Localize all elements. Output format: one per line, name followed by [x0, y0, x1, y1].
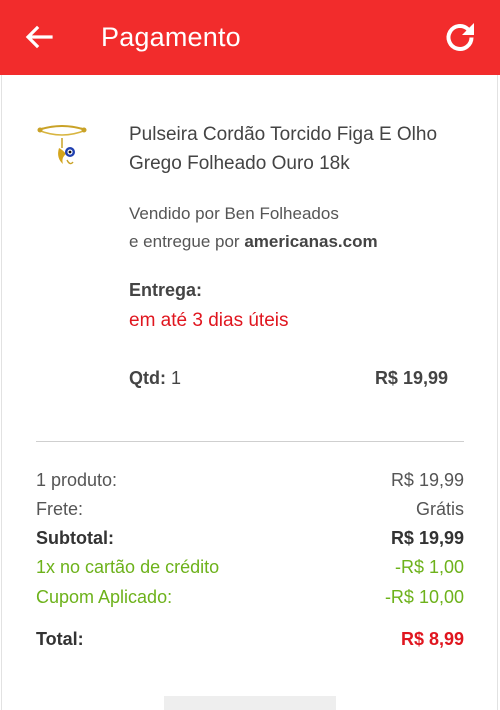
summary-value: R$ 19,99 — [390, 470, 464, 490]
quantity-value: 1 — [171, 368, 182, 388]
summary-label: 1x no cartão de crédito — [36, 557, 220, 577]
summary-label: Frete: — [36, 499, 84, 519]
total-label: Total: — [36, 629, 84, 649]
summary-row-products: 1 produto: R$ 19,99 — [36, 466, 464, 494]
summary-value: R$ 19,99 — [390, 528, 464, 548]
total-value: R$ 8,99 — [400, 629, 464, 649]
page-title: Pagamento — [101, 22, 241, 52]
delivery-estimate: em até 3 dias úteis — [129, 310, 289, 331]
delivered-by-store: americanas.com — [244, 232, 378, 251]
divider — [36, 441, 464, 442]
summary-label: 1 produto: — [36, 470, 118, 490]
quantity-label: Qtd: — [129, 368, 166, 388]
summary-label: Subtotal: — [36, 528, 114, 548]
summary-row-total: Total: R$ 8,99 — [36, 625, 464, 653]
quantity: Qtd: 1 — [129, 368, 181, 389]
summary-value: -R$ 10,00 — [384, 587, 464, 607]
sold-by: Vendido por Ben Folheados — [129, 204, 339, 223]
delivered-prefix: e entregue por — [129, 232, 240, 251]
item-price: R$ 19,99 — [374, 368, 448, 388]
delivered-by-line: e entregue por americanas.com — [129, 228, 469, 256]
summary-row-card-discount: 1x no cartão de crédito -R$ 1,00 — [36, 553, 464, 581]
app-bar: Pagamento — [0, 0, 500, 75]
summary-label: Cupom Aplicado: — [36, 587, 173, 607]
summary-value: Grátis — [415, 499, 464, 519]
refresh-icon[interactable] — [441, 18, 479, 56]
bracelet-thumbnail[interactable] — [34, 120, 90, 180]
continue-button[interactable] — [164, 696, 336, 710]
summary-value: -R$ 1,00 — [394, 557, 464, 577]
product-name[interactable]: Pulseira Cordão Torcido Figa E Olho Greg… — [129, 120, 469, 178]
summary-row-coupon: Cupom Aplicado: -R$ 10,00 — [36, 583, 464, 611]
delivery-label: Entrega: — [129, 280, 203, 300]
arrow-back-icon[interactable] — [22, 20, 56, 54]
seller-info: Vendido por Ben Folheados e entregue por… — [129, 200, 469, 256]
summary-row-subtotal: Subtotal: R$ 19,99 — [36, 524, 464, 552]
summary-row-shipping: Frete: Grátis — [36, 495, 464, 523]
